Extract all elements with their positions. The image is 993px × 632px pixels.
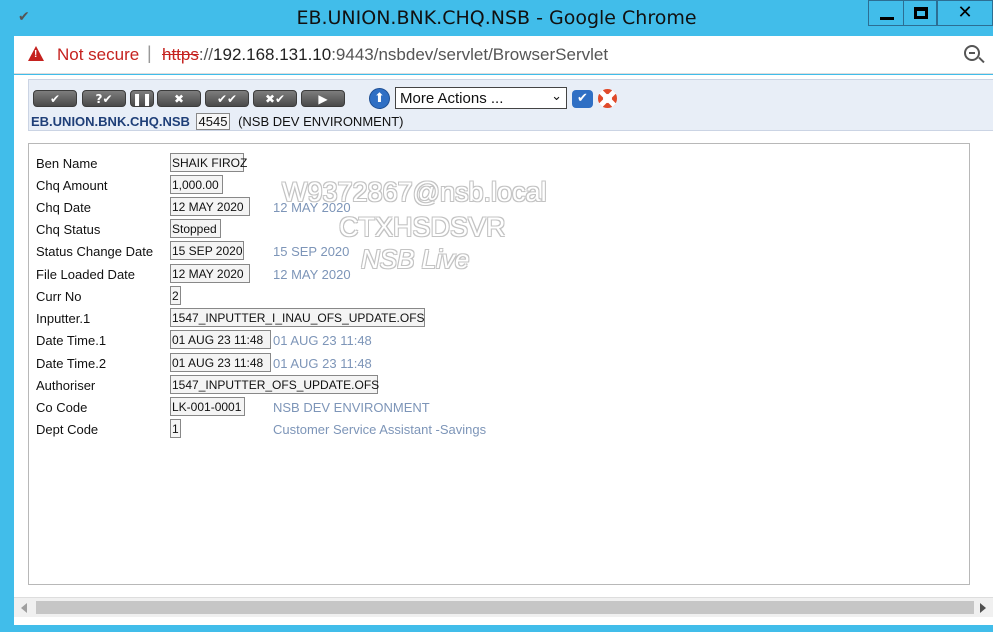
field-enrichment: Customer Service Assistant -Savings [273, 422, 487, 437]
warning-icon[interactable]: ! [28, 46, 44, 61]
field-value: 01 AUG 23 11:48 [170, 330, 271, 349]
field-label: Authoriser [36, 378, 96, 393]
close-icon: ✕ [957, 2, 973, 23]
field-row: Inputter.1 1547_INPUTTER_I_INAU_OFS_UPDA… [29, 308, 969, 330]
minimize-icon [880, 17, 894, 20]
url-scheme: https [162, 45, 199, 64]
more-actions-select[interactable]: More Actions ... ⌄ [395, 87, 567, 109]
chevron-down-icon: ⌄ [551, 89, 562, 104]
field-label: Ben Name [36, 156, 98, 171]
hold-button[interactable]: ❚❚ [130, 90, 154, 107]
field-row: Chq Date 12 MAY 2020 12 MAY 2020 [29, 197, 969, 219]
url-host: 192.168.131.10 [213, 45, 332, 64]
title-bar: ✔ EB.UNION.BNK.CHQ.NSB - Google Chrome ✕ [0, 0, 993, 36]
field-enrichment: NSB DEV ENVIRONMENT [273, 400, 430, 415]
t24-toolbar: ✔ ?✔ ❚❚ ✖ ✔✔ ✖✔ ▶ ⬆ More Actions ... ⌄ ✔ … [28, 79, 993, 131]
maximize-button[interactable] [903, 0, 937, 26]
field-row: Authoriser 1547_INPUTTER_OFS_UPDATE.OFS [29, 375, 969, 397]
horizontal-scrollbar[interactable] [14, 597, 993, 617]
field-row: Date Time.2 01 AUG 23 11:48 01 AUG 23 11… [29, 353, 969, 375]
field-enrichment: 15 SEP 2020 [273, 244, 350, 259]
application-name: EB.UNION.BNK.CHQ.NSB [31, 114, 190, 129]
zoom-out-icon[interactable] [964, 45, 980, 61]
window-title: EB.UNION.BNK.CHQ.NSB - Google Chrome [296, 7, 697, 29]
field-value: Stopped [170, 219, 221, 238]
upload-icon[interactable]: ⬆ [369, 88, 390, 109]
field-row: Curr No 2 [29, 286, 969, 308]
field-row: File Loaded Date 12 MAY 2020 12 MAY 2020 [29, 264, 969, 286]
field-value: 12 MAY 2020 [170, 197, 250, 216]
browser-window: ✔ EB.UNION.BNK.CHQ.NSB - Google Chrome ✕… [0, 0, 993, 632]
field-enrichment: 01 AUG 23 11:48 [273, 333, 372, 348]
field-label: Date Time.1 [36, 333, 107, 348]
field-enrichment: 12 MAY 2020 [273, 267, 351, 282]
field-row: Co Code LK-001-0001 NSB DEV ENVIRONMENT [29, 397, 969, 419]
scroll-left-icon[interactable] [21, 603, 27, 613]
delete-button[interactable]: ✖ [157, 90, 201, 107]
field-label: Dept Code [36, 422, 99, 437]
field-row: Status Change Date 15 SEP 2020 15 SEP 20… [29, 241, 969, 263]
validate-button[interactable]: ?✔ [82, 90, 126, 107]
record-panel: W9372867@nsb.local CTXHSDSVR NSB Live Be… [28, 143, 970, 585]
more-actions-label: More Actions ... [400, 90, 504, 107]
field-row: Dept Code 1 Customer Service Assistant -… [29, 419, 969, 441]
field-value: 15 SEP 2020 [170, 241, 244, 260]
field-label: Status Change Date [36, 244, 154, 259]
environment-name: (NSB DEV ENVIRONMENT) [238, 114, 404, 129]
field-value: 2 [170, 286, 181, 305]
record-id: 4545 [195, 113, 231, 130]
authorise-button[interactable]: ✔✔ [205, 90, 249, 107]
divider: | [147, 43, 152, 63]
security-indicator[interactable]: Not secure [57, 45, 139, 65]
address-bar[interactable]: ! Not secure | https://192.168.131.10:94… [14, 36, 993, 74]
field-value: 01 AUG 23 11:48 [170, 353, 271, 372]
field-value: 1547_INPUTTER_I_INAU_OFS_UPDATE.OFS [170, 308, 425, 327]
scroll-thumb[interactable] [36, 601, 974, 614]
close-button[interactable]: ✕ [937, 0, 993, 26]
field-row: Chq Status Stopped [29, 219, 969, 241]
minimize-button[interactable] [868, 0, 904, 26]
help-lifebuoy-icon[interactable] [598, 89, 617, 108]
field-row: Chq Amount 1,000.00 [29, 175, 969, 197]
go-check-icon[interactable]: ✔ [572, 90, 593, 108]
field-label: Chq Amount [36, 178, 108, 193]
field-enrichment: 12 MAY 2020 [273, 200, 351, 215]
field-value: 1547_INPUTTER_OFS_UPDATE.OFS [170, 375, 379, 394]
field-value: 1 [170, 419, 181, 438]
url-path: :9443/nsbdev/servlet/BrowserServlet [331, 45, 609, 64]
scroll-right-icon[interactable] [980, 603, 986, 613]
field-value: LK-001-0001 [170, 397, 245, 416]
reverse-button[interactable]: ✖✔ [253, 90, 297, 107]
field-label: Chq Status [36, 222, 101, 237]
field-label: Curr No [36, 289, 82, 304]
field-value: SHAIK FIROZ [170, 153, 247, 172]
field-label: File Loaded Date [36, 267, 136, 282]
field-label: Co Code [36, 400, 88, 415]
field-row: Ben Name SHAIK FIROZ [29, 153, 969, 175]
url-text[interactable]: https://192.168.131.10:9443/nsbdev/servl… [162, 45, 608, 65]
maximize-icon [914, 7, 928, 19]
commit-button[interactable]: ✔ [33, 90, 77, 107]
field-label: Date Time.2 [36, 356, 107, 371]
field-label: Chq Date [36, 200, 91, 215]
field-label: Inputter.1 [36, 311, 91, 326]
field-value: 1,000.00 [170, 175, 223, 194]
page-content: ✔ ?✔ ❚❚ ✖ ✔✔ ✖✔ ▶ ⬆ More Actions ... ⌄ ✔ … [14, 75, 993, 625]
field-row: Date Time.1 01 AUG 23 11:48 01 AUG 23 11… [29, 330, 969, 352]
record-header: EB.UNION.BNK.CHQ.NSB 4545 (NSB DEV ENVIR… [31, 113, 403, 130]
field-enrichment: 01 AUG 23 11:48 [273, 356, 372, 371]
field-value: 12 MAY 2020 [170, 264, 250, 283]
next-button[interactable]: ▶ [301, 90, 345, 107]
